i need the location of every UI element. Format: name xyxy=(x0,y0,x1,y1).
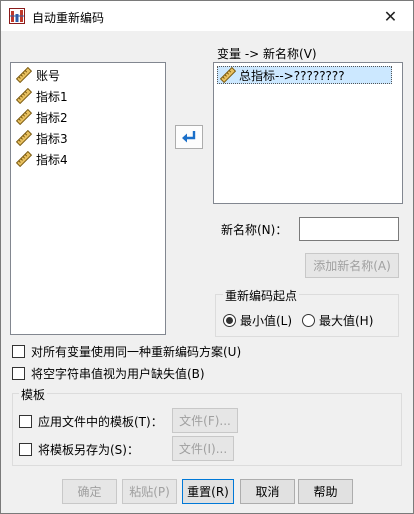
ok-button[interactable]: 确定 xyxy=(62,479,117,504)
list-item-label: 总指标-->???????? xyxy=(239,68,345,83)
radio-selected-icon xyxy=(223,314,236,327)
ruler-icon xyxy=(16,151,32,167)
add-new-name-button[interactable]: 添加新名称(A) xyxy=(305,253,399,278)
ruler-icon xyxy=(16,67,32,83)
list-item[interactable]: 指标1 xyxy=(16,86,68,106)
radio-unselected-icon xyxy=(302,314,315,327)
list-item[interactable]: 指标4 xyxy=(16,149,68,169)
apply-template-checkbox[interactable]: 应用文件中的模板(T)： xyxy=(19,413,163,430)
save-template-file-button[interactable]: 文件(I)... xyxy=(172,436,234,461)
checkbox-box xyxy=(12,367,25,380)
list-item-label: 指标3 xyxy=(36,131,68,146)
help-button[interactable]: 帮助 xyxy=(298,479,353,504)
close-icon: ✕ xyxy=(383,6,398,26)
return-arrow-icon xyxy=(182,131,196,143)
app-icon xyxy=(9,8,25,24)
auto-recode-dialog: 自动重新编码 ✕ 账号 指标1 指标2 指标3 指标4 变量 -> 新名称(V)… xyxy=(0,0,414,514)
title-bar: 自动重新编码 ✕ xyxy=(1,1,413,31)
checkbox-box xyxy=(12,345,25,358)
list-item-label: 指标1 xyxy=(36,89,68,104)
target-list-header: 变量 -> 新名称(V) xyxy=(217,47,317,61)
list-item-label: 指标2 xyxy=(36,110,68,125)
ruler-icon xyxy=(16,88,32,104)
source-variable-list[interactable]: 账号 指标1 指标2 指标3 指标4 xyxy=(10,62,166,335)
list-item-label: 指标4 xyxy=(36,152,68,167)
close-button[interactable]: ✕ xyxy=(368,1,413,31)
ruler-icon xyxy=(16,109,32,125)
paste-button[interactable]: 粘贴(P) xyxy=(122,479,177,504)
blank-missing-checkbox[interactable]: 将空字符串值视为用户缺失值(B) xyxy=(12,365,205,382)
list-item[interactable]: 指标2 xyxy=(16,107,68,127)
checkbox-box xyxy=(19,443,32,456)
list-item[interactable]: 指标3 xyxy=(16,128,68,148)
window-title: 自动重新编码 xyxy=(32,11,105,25)
apply-template-file-button[interactable]: 文件(F)... xyxy=(172,408,238,433)
cancel-button[interactable]: 取消 xyxy=(240,479,295,504)
ruler-icon xyxy=(16,130,32,146)
same-scheme-checkbox[interactable]: 对所有变量使用同一种重新编码方案(U) xyxy=(12,343,241,360)
new-name-label: 新名称(N)： xyxy=(221,223,288,237)
ruler-icon xyxy=(220,67,236,83)
list-item-selected[interactable]: 总指标-->???????? xyxy=(217,66,392,84)
move-variable-button[interactable] xyxy=(175,125,203,149)
template-legend: 模板 xyxy=(19,386,48,403)
radio-min-value[interactable]: 最小值(L) xyxy=(223,312,292,329)
new-name-input[interactable] xyxy=(299,217,399,241)
list-item-label: 账号 xyxy=(36,68,61,83)
list-item[interactable]: 账号 xyxy=(16,65,60,85)
target-variable-list[interactable]: 总指标-->???????? xyxy=(213,62,403,204)
reset-button[interactable]: 重置(R) xyxy=(182,479,234,504)
recode-start-legend: 重新编码起点 xyxy=(223,287,300,304)
radio-max-value[interactable]: 最大值(H) xyxy=(302,312,373,329)
save-template-checkbox[interactable]: 将模板另存为(S)： xyxy=(19,441,139,458)
checkbox-box xyxy=(19,415,32,428)
